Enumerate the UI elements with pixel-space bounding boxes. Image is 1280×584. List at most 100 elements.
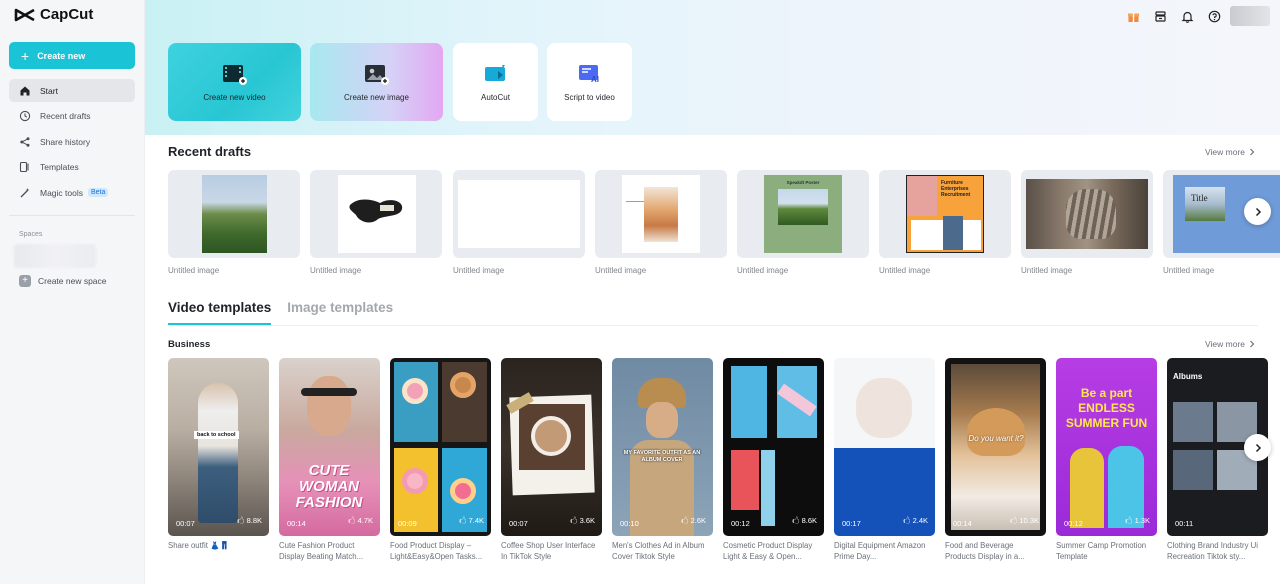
draft-thumbnail — [1026, 179, 1148, 249]
template-likes: 🖒 1.3K — [1125, 516, 1150, 525]
draft-card[interactable] — [453, 170, 585, 258]
template-card[interactable]: CUTE WOMAN FASHION 00:14 🖒 4.7K — [279, 358, 380, 536]
template-duration: 00:09 — [398, 519, 417, 528]
template-overlay-text: CUTE WOMAN FASHION — [295, 462, 363, 511]
template-card[interactable]: Do you want it? 00:14 🖒 10.3K — [945, 358, 1046, 536]
draft-thumbnail — [202, 175, 267, 253]
sidebar-item-label: Share history — [40, 136, 91, 147]
sidebar-divider — [9, 215, 135, 216]
draft-thumbnail: Speakdt Poster — [764, 175, 842, 253]
clock-icon — [19, 110, 31, 122]
template-likes: 🖒 2.6K — [681, 516, 706, 525]
script-to-video-card[interactable]: AI Script to video — [547, 43, 632, 121]
tab-video-templates[interactable]: Video templates — [168, 300, 272, 325]
tabs-divider — [168, 325, 1258, 326]
draft-label: Untitled image — [879, 266, 931, 275]
create-new-label: Create new — [37, 50, 86, 61]
template-overlay-text: back to school — [194, 431, 239, 439]
template-title: Food and Beverage Products Display in a.… — [945, 541, 1025, 561]
template-likes: 🖒 7.4K — [459, 516, 484, 525]
templates-icon — [19, 161, 29, 173]
template-likes: 🖒 10.3K — [1010, 516, 1039, 525]
template-duration: 00:17 — [842, 519, 861, 528]
template-likes: 🖒 8.8K — [237, 516, 262, 525]
drafts-next-button[interactable] — [1244, 198, 1271, 225]
template-card[interactable]: 00:12 🖒 8.6K — [723, 358, 824, 536]
template-likes: 🖒 2.4K — [903, 516, 928, 525]
draft-thumbnail — [622, 175, 700, 253]
template-title: Share outfit 👗👖 — [168, 541, 230, 550]
view-more-label: View more — [1205, 339, 1245, 349]
template-title: Coffee Shop User Interface In TikTok Sty… — [501, 541, 596, 561]
sidebar-item-label: Magic tools — [40, 187, 83, 198]
draft-thumbnail — [338, 175, 416, 253]
tab-image-templates[interactable]: Image templates — [287, 300, 393, 325]
card-label: Create new image — [344, 93, 409, 102]
template-card[interactable]: MY FAVORITE OUTFIT AS AN ALBUM COVER 00:… — [612, 358, 713, 536]
archive-icon[interactable] — [1153, 9, 1167, 23]
help-icon[interactable] — [1207, 9, 1221, 23]
card-label: Create new video — [203, 93, 266, 102]
sidebar-item-start[interactable]: Start — [9, 79, 135, 102]
draft-card[interactable] — [168, 170, 300, 258]
draft-card[interactable] — [1021, 170, 1153, 258]
space-item[interactable] — [14, 244, 96, 268]
capcut-logo[interactable]: CapCut — [14, 6, 93, 23]
sidebar-item-label: Templates — [40, 162, 79, 172]
recent-drafts-view-more[interactable]: View more — [1205, 147, 1255, 157]
draft-caption: Speakdt Poster — [786, 180, 820, 185]
sidebar-item-templates[interactable]: Templates — [9, 156, 135, 179]
draft-caption: Furniture Enterprises Recruitment — [941, 180, 971, 198]
sidebar-item-recent-drafts[interactable]: Recent drafts — [9, 105, 135, 128]
create-new-button[interactable]: + Create new — [9, 42, 135, 69]
sidebar-item-share-history[interactable]: Share history — [9, 130, 135, 153]
draft-card[interactable]: Speakdt Poster — [737, 170, 869, 258]
template-card[interactable]: Be a part ENDLESS SUMMER FUN 00:12 🖒 1.3… — [1056, 358, 1157, 536]
image-icon — [364, 65, 389, 85]
draft-label: Untitled image — [310, 266, 362, 275]
template-title: Clothing Brand Industry Ui Recreation Ti… — [1167, 541, 1259, 561]
gift-icon[interactable] — [1126, 9, 1140, 23]
draft-label: Untitled image — [1021, 266, 1073, 275]
create-new-image-card[interactable]: Create new image — [310, 43, 443, 121]
template-card[interactable]: 00:17 🖒 2.4K — [834, 358, 935, 536]
template-duration: 00:11 — [1175, 519, 1194, 528]
draft-card[interactable]: Furniture Enterprises Recruitment — [879, 170, 1011, 258]
draft-card[interactable] — [595, 170, 727, 258]
chevron-right-icon — [1250, 340, 1255, 348]
avatar[interactable] — [1230, 6, 1270, 26]
create-new-space-button[interactable]: + Create new space — [19, 275, 107, 287]
create-new-video-card[interactable]: Create new video — [168, 43, 301, 121]
sidebar-item-magic-tools[interactable]: Magic tools Beta — [9, 181, 135, 204]
template-title: Cute Fashion Product Display Beating Mat… — [279, 541, 364, 561]
template-likes: 🖒 4.7K — [348, 516, 373, 525]
template-overlay-text: Be a part ENDLESS SUMMER FUN — [1065, 386, 1148, 430]
template-duration: 00:12 — [1064, 519, 1083, 528]
template-overlay-text: Albums — [1173, 372, 1203, 381]
draft-card[interactable] — [310, 170, 442, 258]
sidebar-item-label: Start — [40, 85, 58, 96]
business-view-more[interactable]: View more — [1205, 339, 1255, 349]
autocut-card[interactable]: AutoCut — [453, 43, 538, 121]
template-likes: 🖒 8.6K — [792, 516, 817, 525]
template-duration: 00:10 — [620, 519, 639, 528]
sidebar: CapCut + Create new Start Recent drafts … — [0, 0, 145, 584]
template-card[interactable]: 00:09 🖒 7.4K — [390, 358, 491, 536]
chevron-right-icon — [1250, 148, 1255, 156]
draft-label: Untitled image — [453, 266, 505, 275]
plus-icon: + — [19, 275, 31, 287]
home-icon — [20, 86, 30, 95]
template-title: Food Product Display – Light&Easy&Open T… — [390, 541, 483, 561]
template-duration: 00:14 — [287, 519, 306, 528]
draft-label: Untitled image — [737, 266, 789, 275]
template-card[interactable]: 00:07 🖒 3.6K — [501, 358, 602, 536]
spaces-label: Spaces — [19, 231, 43, 238]
template-card[interactable]: back to school 00:07 🖒 8.8K — [168, 358, 269, 536]
card-label: AutoCut — [481, 93, 510, 102]
bell-icon[interactable] — [1180, 9, 1194, 23]
template-overlay-text: MY FAVORITE OUTFIT AS AN ALBUM COVER — [623, 450, 701, 463]
template-likes: 🖒 3.6K — [570, 516, 595, 525]
templates-next-button[interactable] — [1244, 434, 1271, 461]
magic-wand-icon — [20, 187, 30, 197]
svg-text:AI: AI — [591, 75, 599, 84]
